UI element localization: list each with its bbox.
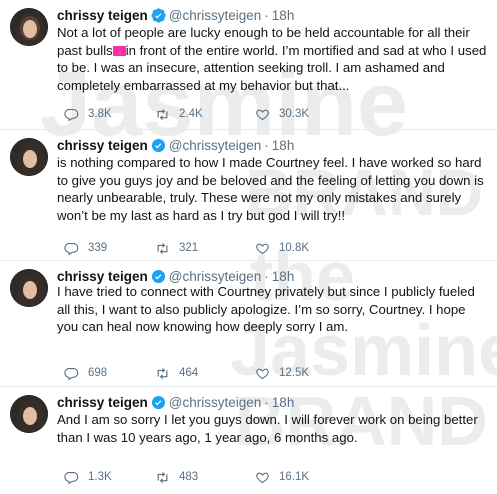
display-name[interactable]: chrissy teigen (57, 8, 148, 23)
verified-badge-icon (151, 138, 165, 152)
reply-button[interactable]: 339 (64, 241, 155, 256)
avatar[interactable] (10, 269, 48, 307)
like-button[interactable]: 30.3K (255, 107, 355, 122)
verified-badge-icon (151, 269, 165, 283)
tweet-header: chrissy teigen @chrissyteigen · 18h (57, 6, 294, 24)
retweet-button[interactable]: 321 (155, 241, 255, 256)
retweet-icon (157, 242, 168, 254)
handle[interactable]: @chrissyteigen (169, 138, 262, 153)
redaction-mark (112, 45, 126, 56)
verified-badge-icon (151, 395, 165, 409)
reply-icon (64, 471, 79, 485)
tweet-actions: 339 321 10.8K (64, 240, 355, 256)
handle[interactable]: @chrissyteigen (169, 8, 262, 23)
retweet-count: 483 (179, 471, 199, 483)
retweet-button[interactable]: 2.4K (155, 107, 255, 122)
tweet-text: Not a lot of people are lucky enough to … (57, 24, 489, 94)
handle[interactable]: @chrissyteigen (169, 269, 262, 284)
reply-button[interactable]: 3.8K (64, 107, 155, 122)
tweet-header: chrissy teigen @chrissyteigen · 18h (57, 136, 294, 154)
reply-count: 1.3K (88, 471, 112, 483)
separator-dot: · (264, 394, 269, 410)
timestamp[interactable]: 18h (272, 269, 295, 284)
reply-icon (64, 367, 79, 381)
separator-dot: · (264, 268, 269, 284)
retweet-icon (157, 108, 168, 120)
like-count: 12.5K (279, 367, 310, 379)
retweet-button[interactable]: 464 (155, 366, 255, 381)
retweet-icon (157, 471, 168, 483)
separator-dot: · (264, 137, 269, 153)
heart-icon (256, 472, 269, 483)
display-name[interactable]: chrissy teigen (57, 395, 148, 410)
retweet-icon (157, 367, 168, 379)
display-name[interactable]: chrissy teigen (57, 138, 148, 153)
retweet-count: 464 (179, 367, 199, 379)
reply-button[interactable]: 1.3K (64, 470, 155, 485)
reply-count: 3.8K (88, 108, 112, 120)
retweet-count: 2.4K (179, 108, 203, 120)
retweet-count: 321 (179, 242, 199, 254)
avatar[interactable] (10, 8, 48, 46)
timestamp[interactable]: 18h (272, 395, 295, 410)
retweet-button[interactable]: 483 (155, 470, 255, 485)
like-button[interactable]: 10.8K (255, 241, 355, 256)
tweet-actions: 3.8K 2.4K 30.3K (64, 106, 355, 122)
verified-badge-icon (151, 7, 166, 23)
tweet-actions: 1.3K 483 16.1K (64, 469, 355, 485)
display-name[interactable]: chrissy teigen (57, 269, 148, 284)
tweet-text: I have tried to connect with Courtney pr… (57, 284, 475, 334)
like-button[interactable]: 16.1K (255, 470, 355, 485)
tweet[interactable]: chrissy teigen @chrissyteigen · 18h I ha… (0, 261, 497, 387)
tweet-header: chrissy teigen @chrissyteigen · 18h (57, 393, 294, 411)
reply-icon (64, 108, 79, 122)
tweet[interactable]: chrissy teigen @chrissyteigen · 18h is n… (0, 130, 497, 261)
reply-icon (64, 242, 79, 256)
handle[interactable]: @chrissyteigen (169, 395, 262, 410)
tweet-text: is nothing compared to how I made Courtn… (57, 155, 484, 223)
timestamp[interactable]: 18h (272, 138, 295, 153)
like-count: 16.1K (279, 471, 310, 483)
tweet-text: And I am so sorry I let you guys down. I… (57, 412, 478, 445)
heart-icon (256, 368, 269, 379)
separator-dot: · (264, 7, 269, 23)
reply-count: 698 (88, 367, 108, 379)
like-button[interactable]: 12.5K (255, 366, 355, 381)
like-count: 30.3K (279, 108, 310, 120)
timestamp[interactable]: 18h (272, 8, 295, 23)
reply-count: 339 (88, 242, 108, 254)
tweet[interactable]: chrissy teigen @chrissyteigen · 18h Not … (0, 0, 497, 130)
heart-icon (256, 243, 269, 254)
heart-icon (256, 109, 269, 120)
avatar[interactable] (10, 138, 48, 176)
avatar[interactable] (10, 395, 48, 433)
like-count: 10.8K (279, 242, 310, 254)
tweet[interactable]: chrissy teigen @chrissyteigen · 18h And … (0, 387, 497, 494)
reply-button[interactable]: 698 (64, 366, 155, 381)
tweet-actions: 698 464 12.5K (64, 365, 355, 381)
